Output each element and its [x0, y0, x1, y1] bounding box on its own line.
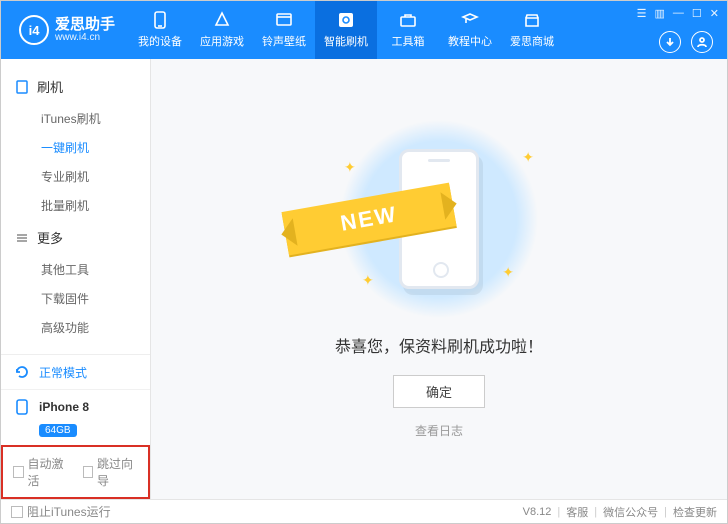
sidebar-item-firmware[interactable]: 下载固件	[1, 284, 150, 313]
store-icon	[522, 11, 542, 29]
success-illustration: ✦✦✦✦ NEW	[324, 119, 554, 319]
tutorial-icon	[460, 11, 480, 29]
brand-logo: i4	[19, 15, 49, 45]
device-mode[interactable]: 正常模式	[1, 355, 150, 389]
group-label: 刷机	[37, 77, 63, 96]
brand-name: 爱思助手	[55, 17, 115, 32]
apps-icon	[212, 11, 232, 29]
phone-icon	[13, 398, 31, 416]
nav-label: 爱思商城	[510, 33, 554, 49]
nav-label: 铃声壁纸	[262, 33, 306, 49]
view-log-link[interactable]: 查看日志	[415, 422, 463, 439]
brand-block: i4 爱思助手 www.i4.cn	[1, 15, 129, 45]
group-label: 更多	[37, 228, 63, 247]
checkbox-label: 阻止iTunes运行	[27, 503, 111, 520]
ringtone-icon	[274, 11, 294, 29]
phone-icon	[15, 80, 29, 94]
minimize-icon[interactable]: —	[673, 7, 684, 20]
top-nav: 我的设备 应用游戏 铃声壁纸 智能刷机 工具箱 教程中心 爱思商城	[129, 1, 563, 59]
auto-activate-checkbox[interactable]: 自动激活	[13, 455, 69, 489]
flash-icon	[336, 11, 356, 29]
sidebar-footer: 正常模式 iPhone 8 64GB	[1, 354, 150, 445]
header-actions	[659, 31, 713, 53]
nav-label: 应用游戏	[200, 33, 244, 49]
nav-label: 我的设备	[138, 33, 182, 49]
version-label: V8.12	[523, 506, 552, 518]
nav-flash[interactable]: 智能刷机	[315, 1, 377, 59]
device-icon	[150, 11, 170, 29]
nav-apps[interactable]: 应用游戏	[191, 1, 253, 59]
sidebar-item-itunes[interactable]: iTunes刷机	[1, 104, 150, 133]
sidebar: 刷机 iTunes刷机 一键刷机 专业刷机 批量刷机 更多 其他工具 下载固件 …	[1, 59, 151, 499]
checkbox-label: 自动激活	[28, 455, 69, 489]
prevent-itunes-checkbox[interactable]: 阻止iTunes运行	[11, 503, 111, 520]
checkbox-label: 跳过向导	[97, 455, 138, 489]
nav-store[interactable]: 爱思商城	[501, 1, 563, 59]
skip-guide-checkbox[interactable]: 跳过向导	[83, 455, 139, 489]
user-button[interactable]	[691, 31, 713, 53]
toolbox-icon	[398, 11, 418, 29]
brand-site: www.i4.cn	[55, 32, 115, 44]
capacity-badge: 64GB	[39, 424, 77, 437]
success-message: 恭喜您，保资料刷机成功啦！	[335, 333, 543, 357]
menu-icon[interactable]: ☰	[637, 7, 647, 20]
nav-label: 教程中心	[448, 33, 492, 49]
wechat-link[interactable]: 微信公众号	[603, 504, 658, 520]
sidebar-item-pro[interactable]: 专业刷机	[1, 162, 150, 191]
support-link[interactable]: 客服	[566, 504, 588, 520]
nav-toolbox[interactable]: 工具箱	[377, 1, 439, 59]
nav-tutorials[interactable]: 教程中心	[439, 1, 501, 59]
refresh-icon	[13, 363, 31, 381]
device-info[interactable]: iPhone 8 64GB	[1, 389, 150, 445]
sidebar-item-other[interactable]: 其他工具	[1, 255, 150, 284]
nav-ringtones[interactable]: 铃声壁纸	[253, 1, 315, 59]
skin-icon[interactable]: ▥	[655, 7, 665, 20]
nav-label: 工具箱	[392, 33, 425, 49]
sidebar-item-batch[interactable]: 批量刷机	[1, 191, 150, 220]
close-icon[interactable]: ✕	[710, 7, 719, 20]
maximize-icon[interactable]: ☐	[692, 7, 702, 20]
sidebar-group-flash[interactable]: 刷机	[1, 69, 150, 104]
update-link[interactable]: 检查更新	[673, 504, 717, 520]
body: 刷机 iTunes刷机 一键刷机 专业刷机 批量刷机 更多 其他工具 下载固件 …	[1, 59, 727, 499]
sidebar-item-oneclick[interactable]: 一键刷机	[1, 133, 150, 162]
sidebar-item-advanced[interactable]: 高级功能	[1, 313, 150, 342]
flash-options: 自动激活 跳过向导	[1, 445, 150, 499]
nav-label: 智能刷机	[324, 33, 368, 49]
main-panel: ✦✦✦✦ NEW 恭喜您，保资料刷机成功啦！ 确定 查看日志	[151, 59, 727, 499]
app-header: i4 爱思助手 www.i4.cn 我的设备 应用游戏 铃声壁纸 智能刷机 工具…	[1, 1, 727, 59]
sidebar-group-more[interactable]: 更多	[1, 220, 150, 255]
device-name: iPhone 8	[39, 400, 89, 414]
more-icon	[15, 231, 29, 245]
download-button[interactable]	[659, 31, 681, 53]
mode-label: 正常模式	[39, 364, 87, 381]
status-bar: 阻止iTunes运行 V8.12 | 客服 | 微信公众号 | 检查更新	[1, 499, 727, 523]
confirm-button[interactable]: 确定	[393, 375, 485, 408]
nav-my-device[interactable]: 我的设备	[129, 1, 191, 59]
window-controls: ☰ ▥ — ☐ ✕	[637, 7, 719, 20]
